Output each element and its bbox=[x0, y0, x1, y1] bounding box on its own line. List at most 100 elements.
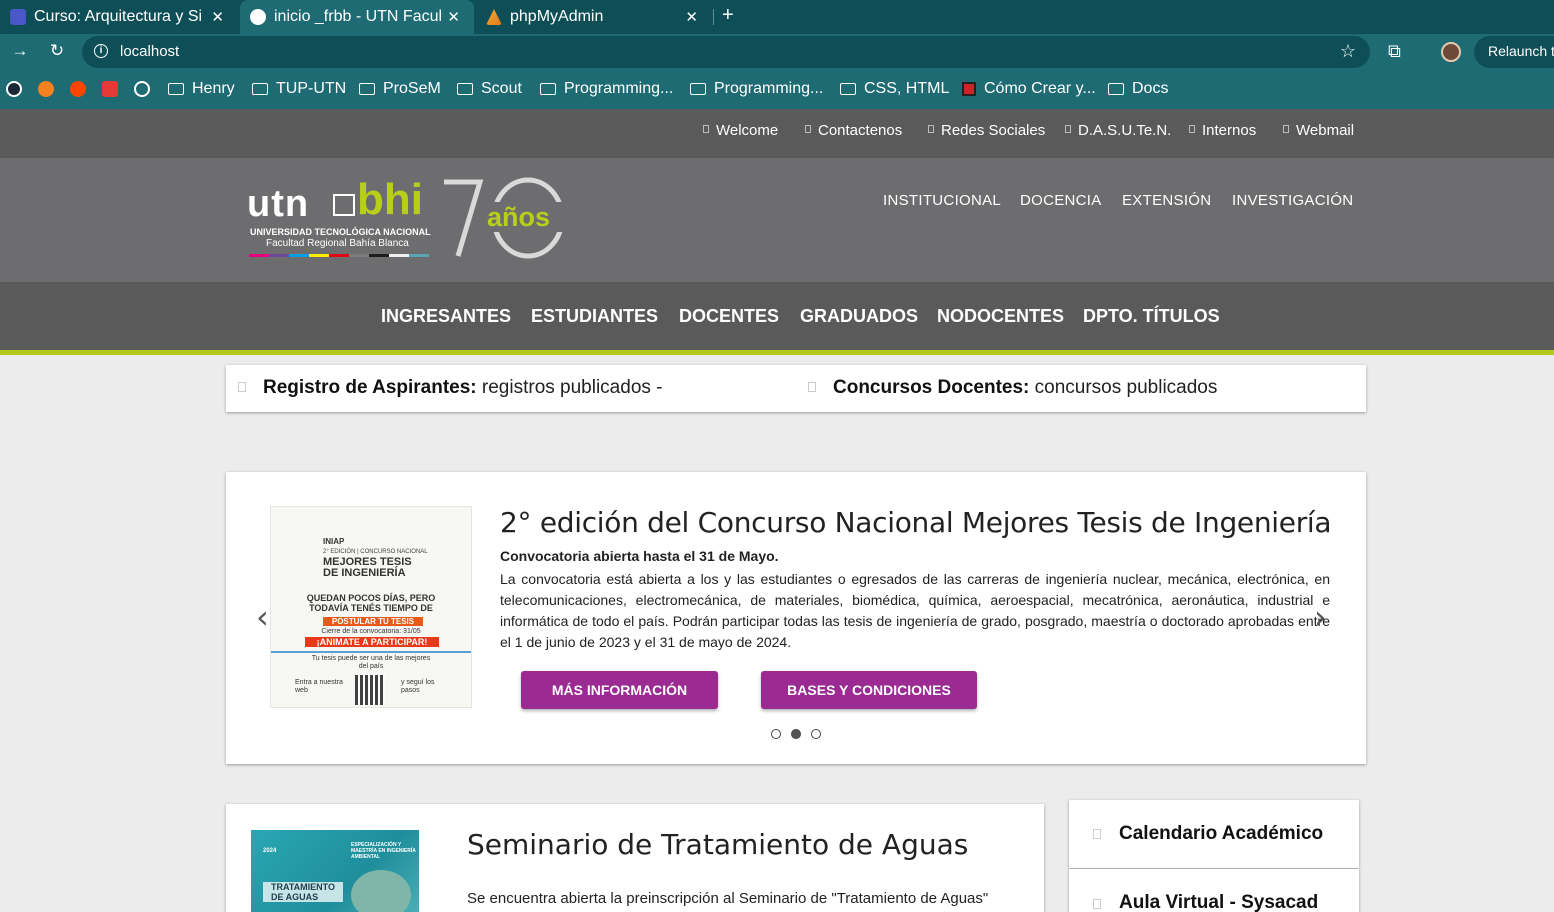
anos-text: años bbox=[487, 202, 550, 232]
poster-segui: y seguí los pasos bbox=[401, 679, 435, 694]
bookmark-programming-1[interactable]: Programming... bbox=[540, 80, 673, 98]
news-image[interactable]: ESPECIALIZACIÓN Y MAESTRÍA EN INGENIERÍA… bbox=[251, 830, 419, 912]
steam-icon[interactable] bbox=[6, 81, 22, 97]
reload-icon[interactable]: ↻ bbox=[46, 41, 68, 61]
bookmark-programming-2[interactable]: Programming... bbox=[690, 80, 823, 98]
sidebar-calendario[interactable]: Calendario Académico bbox=[1069, 800, 1359, 868]
github-icon[interactable] bbox=[134, 81, 150, 97]
accent-divider bbox=[0, 350, 1554, 355]
folder-icon bbox=[252, 83, 268, 95]
toplink-internos[interactable]: Internos bbox=[1189, 122, 1256, 139]
more-info-button[interactable]: MÁS INFORMACIÓN bbox=[521, 671, 718, 709]
bookmark-como-crear[interactable]: Cómo Crear y... bbox=[962, 80, 1096, 98]
tab-moodle[interactable]: Curso: Arquitectura y Si ✕ bbox=[0, 0, 238, 34]
poster-cierre: Cierre de la convocatoria: 31/05 bbox=[321, 628, 421, 635]
new-tab-icon[interactable]: + bbox=[722, 4, 734, 27]
forward-arrow-icon[interactable]: → bbox=[9, 41, 31, 61]
close-icon[interactable]: ✕ bbox=[685, 8, 698, 26]
toplink-webmail[interactable]: Webmail bbox=[1283, 122, 1354, 139]
relaunch-button[interactable]: Relaunch t bbox=[1474, 36, 1554, 68]
site-top-strip: Welcome Contactenos Redes Sociales D.A.S… bbox=[0, 109, 1554, 158]
sidebar-aula-virtual[interactable]: Aula Virtual - Sysacad bbox=[1069, 869, 1359, 912]
notice-registro[interactable]: Registro de Aspirantes: registros public… bbox=[263, 377, 663, 399]
tab-utn[interactable]: inicio _frbb - UTN Facult ✕ bbox=[240, 0, 474, 34]
poster-postular: POSTULAR TU TESIS bbox=[323, 617, 423, 626]
square-icon bbox=[703, 125, 709, 133]
close-icon[interactable]: ✕ bbox=[211, 8, 224, 26]
menu-docentes[interactable]: DOCENTES bbox=[679, 306, 779, 327]
notice-text: concursos publicados bbox=[1029, 377, 1218, 398]
tab-title: inicio _frbb - UTN Facult bbox=[274, 8, 442, 25]
slider-dot-2[interactable] bbox=[791, 729, 801, 739]
extensions-icon[interactable]: ⧉ bbox=[1388, 41, 1401, 62]
reddit-icon[interactable] bbox=[70, 81, 86, 97]
nav-docencia[interactable]: DOCENCIA bbox=[1020, 192, 1102, 209]
bookmark-tup-utn[interactable]: TUP-UTN bbox=[252, 80, 346, 98]
menu-ingresantes[interactable]: INGRESANTES bbox=[381, 306, 511, 327]
close-icon[interactable]: ✕ bbox=[447, 8, 460, 26]
toplink-contactenos[interactable]: Contactenos bbox=[805, 122, 902, 139]
slider-dot-3[interactable] bbox=[811, 729, 821, 739]
mail-icon[interactable] bbox=[102, 81, 118, 97]
nav-extension[interactable]: EXTENSIÓN bbox=[1122, 192, 1211, 209]
address-bar[interactable]: i localhost ☆ bbox=[82, 36, 1370, 68]
crunchyroll-icon[interactable] bbox=[38, 81, 54, 97]
bookmark-henry[interactable]: Henry bbox=[168, 80, 235, 98]
bookmark-css-html[interactable]: CSS, HTML bbox=[840, 80, 949, 98]
logo-color-bar bbox=[249, 254, 429, 257]
bookmarks-bar: Henry TUP-UTN ProSeM Scout Programming..… bbox=[0, 70, 1554, 109]
chevron-left-icon[interactable]: ‹ bbox=[256, 598, 269, 636]
folder-icon bbox=[1108, 83, 1124, 95]
menu-graduados[interactable]: GRADUADOS bbox=[800, 306, 918, 327]
browser-tab-bar: Curso: Arquitectura y Si ✕ inicio _frbb … bbox=[0, 0, 1554, 34]
info-icon[interactable]: i bbox=[94, 44, 108, 58]
main-menu: INGRESANTES ESTUDIANTES DOCENTES GRADUAD… bbox=[0, 282, 1554, 350]
bookmark-docs[interactable]: Docs bbox=[1108, 80, 1168, 98]
menu-dpto-titulos[interactable]: DPTO. TÍTULOS bbox=[1083, 306, 1220, 327]
square-icon bbox=[1093, 829, 1101, 839]
news-card: ESPECIALIZACIÓN Y MAESTRÍA EN INGENIERÍA… bbox=[226, 804, 1044, 912]
news-title[interactable]: Seminario de Tratamiento de Aguas bbox=[467, 828, 968, 861]
notice-concursos[interactable]: Concursos Docentes: concursos publicados bbox=[833, 377, 1217, 399]
water-tank-graphic bbox=[351, 870, 411, 912]
profile-avatar[interactable] bbox=[1441, 42, 1461, 62]
toplink-welcome[interactable]: Welcome bbox=[703, 122, 778, 139]
nav-institucional[interactable]: INSTITUCIONAL bbox=[883, 192, 1001, 209]
logo-utn-text: utn bbox=[247, 183, 310, 225]
slide-poster-image[interactable]: INIAP 2° EDICIÓN | CONCURSO NACIONAL MEJ… bbox=[270, 506, 472, 708]
bookmark-star-icon[interactable]: ☆ bbox=[1340, 41, 1356, 62]
folder-icon bbox=[540, 83, 556, 95]
notice-label: Registro de Aspirantes: bbox=[263, 377, 477, 398]
square-icon bbox=[805, 125, 811, 133]
bookmark-label: ProSeM bbox=[383, 80, 441, 97]
tab-phpmyadmin[interactable]: phpMyAdmin ✕ bbox=[476, 0, 712, 34]
menu-nodocentes[interactable]: NODOCENTES bbox=[937, 306, 1064, 327]
sidebar-label: Calendario Académico bbox=[1119, 823, 1324, 844]
bookmark-prosem[interactable]: ProSeM bbox=[359, 80, 441, 98]
slider-dot-1[interactable] bbox=[771, 729, 781, 739]
bookmark-label: Henry bbox=[192, 80, 235, 97]
menu-estudiantes[interactable]: ESTUDIANTES bbox=[531, 306, 658, 327]
news-image-title: TRATAMIENTO DE AGUAS bbox=[263, 882, 343, 902]
toplink-redes-sociales[interactable]: Redes Sociales bbox=[928, 122, 1045, 139]
sidebar-label: Aula Virtual - Sysacad bbox=[1119, 892, 1319, 912]
rules-button[interactable]: BASES Y CONDICIONES bbox=[761, 671, 977, 709]
toplink-dasuten[interactable]: D.A.S.U.Te.N. bbox=[1065, 122, 1171, 139]
bookmark-label: Programming... bbox=[714, 80, 824, 97]
folder-icon bbox=[457, 83, 473, 95]
bookmark-label: Cómo Crear y... bbox=[984, 80, 1096, 97]
square-icon bbox=[1093, 899, 1101, 909]
folder-icon bbox=[690, 83, 706, 95]
bookmark-scout[interactable]: Scout bbox=[457, 80, 522, 98]
slide-title[interactable]: 2° edición del Concurso Nacional Mejores… bbox=[500, 506, 1332, 539]
70-anos-emblem: años bbox=[444, 177, 566, 259]
nav-investigacion[interactable]: INVESTIGACIÓN bbox=[1232, 192, 1353, 209]
square-icon bbox=[1189, 125, 1195, 133]
chevron-right-icon[interactable]: › bbox=[1314, 598, 1327, 636]
bookmark-site-icon bbox=[962, 82, 976, 96]
logo-faculty-name: Facultad Regional Bahía Blanca bbox=[266, 238, 409, 249]
poster-entra: Entra a nuestra web bbox=[295, 679, 343, 694]
folder-icon bbox=[840, 83, 856, 95]
square-icon bbox=[808, 382, 816, 392]
notice-bar: Registro de Aspirantes: registros public… bbox=[226, 365, 1366, 412]
